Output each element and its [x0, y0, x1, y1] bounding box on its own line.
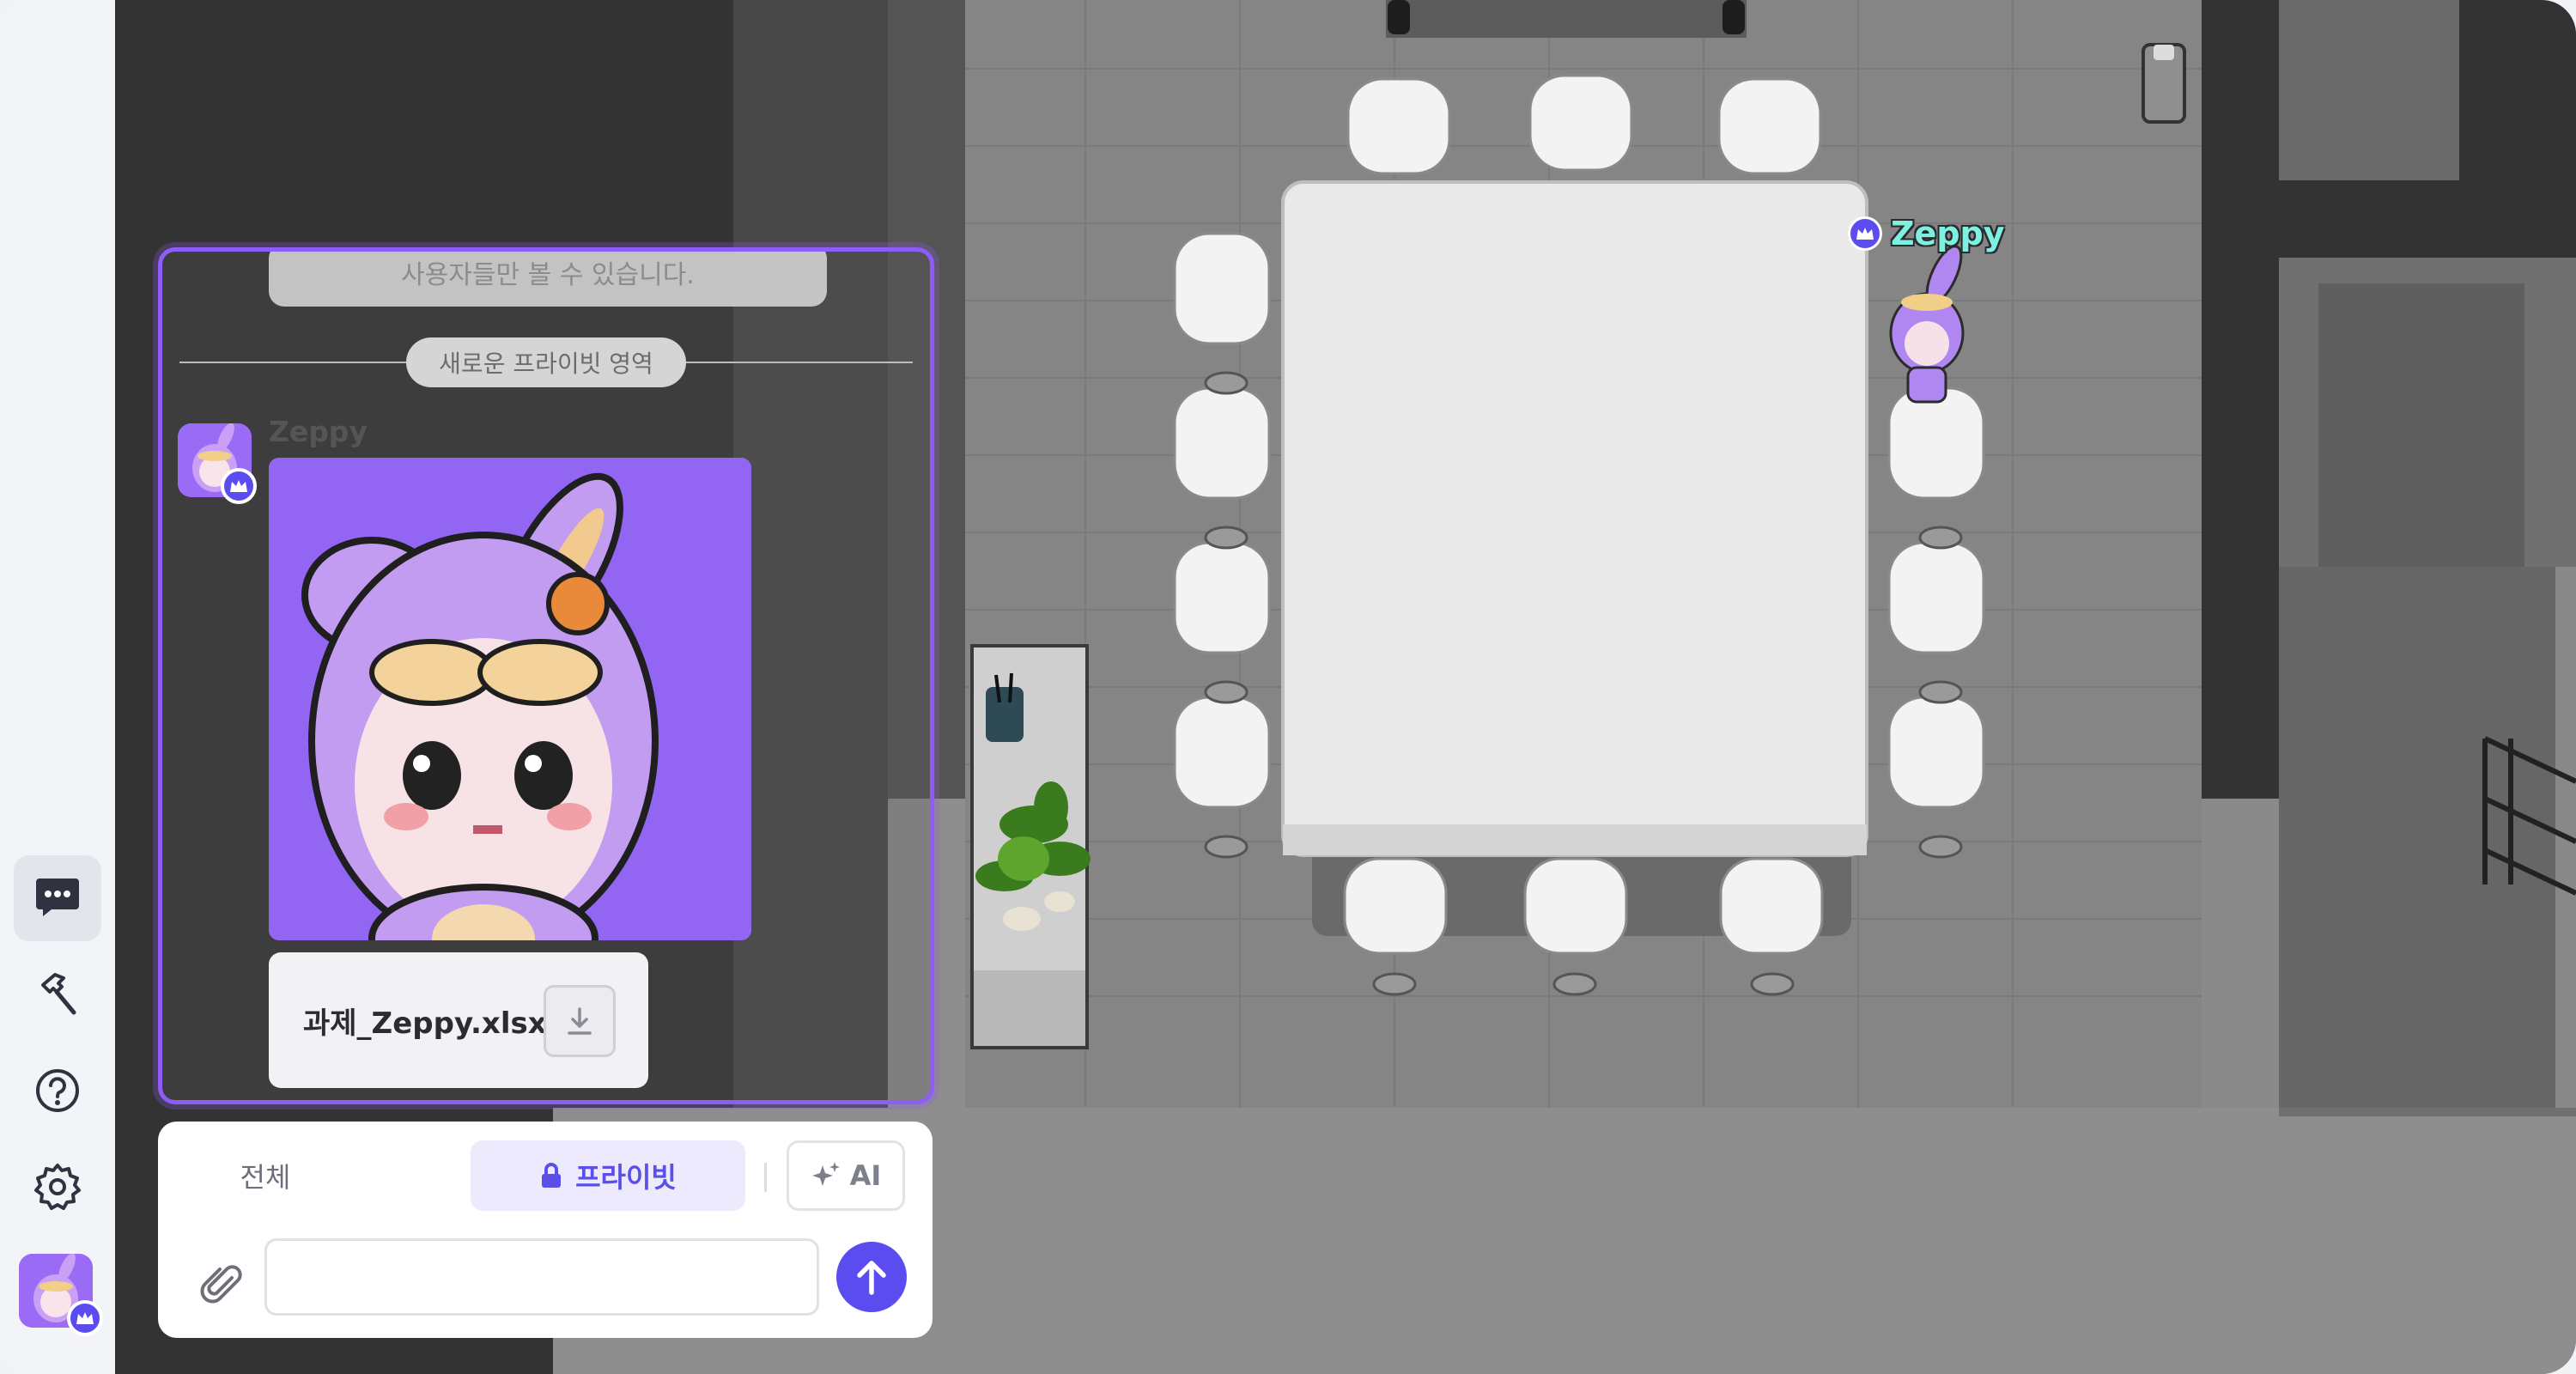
private-area-divider: 새로운 프라이빗 영역	[406, 337, 686, 387]
paperclip-icon	[200, 1265, 242, 1304]
download-button[interactable]	[544, 985, 616, 1057]
file-name: 과제_Zeppy.xlsx	[303, 1006, 547, 1041]
arrow-up-icon	[857, 1261, 886, 1295]
tab-separator	[764, 1163, 767, 1192]
message-sender-name: Zeppy	[269, 415, 368, 448]
tab-ai[interactable]: AI	[787, 1140, 905, 1211]
message-input[interactable]	[264, 1238, 819, 1316]
tab-ai-label: AI	[849, 1159, 882, 1192]
lock-icon	[542, 1163, 562, 1188]
chat-panel[interactable]: 사용자들만 볼 수 있습니다. 새로운 프라이빗 영역 Zeppy 과제_Zep…	[158, 247, 934, 1104]
tab-private-label: 프라이빗	[575, 1161, 677, 1194]
crown-icon	[1848, 216, 1882, 251]
tab-private[interactable]: 프라이빗	[471, 1140, 745, 1211]
app-window: Zeppy 사용자들만 볼 수 있습니다. 새로운 프라이빗 영역 Zeppy …	[0, 0, 2576, 1374]
sidebar-item-build[interactable]	[14, 953, 101, 1039]
file-attachment-card[interactable]: 과제_Zeppy.xlsx	[269, 952, 648, 1088]
gear-icon	[33, 1162, 82, 1215]
message-avatar[interactable]	[178, 423, 257, 504]
zeppy-avatar-image	[269, 458, 751, 940]
download-icon	[568, 1007, 592, 1035]
sidebar-item-settings[interactable]	[14, 1146, 101, 1231]
map-character-label[interactable]: Zeppy	[1848, 215, 2005, 252]
left-sidebar	[0, 0, 115, 1374]
chat-composer: 전체 프라이빗 AI	[158, 1122, 933, 1338]
tab-all[interactable]: 전체	[201, 1140, 330, 1211]
map-character-name: Zeppy	[1891, 215, 2005, 252]
sidebar-item-chat[interactable]	[14, 855, 101, 941]
message-image-attachment[interactable]	[269, 458, 751, 940]
private-notice: 사용자들만 볼 수 있습니다.	[269, 252, 827, 307]
help-circle-icon	[33, 1066, 82, 1119]
sidebar-item-help[interactable]	[14, 1049, 101, 1135]
chat-bubble-icon	[33, 872, 82, 925]
crown-icon	[67, 1300, 103, 1336]
hammer-icon	[33, 970, 82, 1023]
attach-button[interactable]	[196, 1259, 244, 1307]
crown-icon	[221, 468, 257, 504]
profile-avatar[interactable]	[19, 1253, 103, 1336]
send-button[interactable]	[836, 1242, 907, 1312]
sparkle-icon	[811, 1162, 840, 1186]
